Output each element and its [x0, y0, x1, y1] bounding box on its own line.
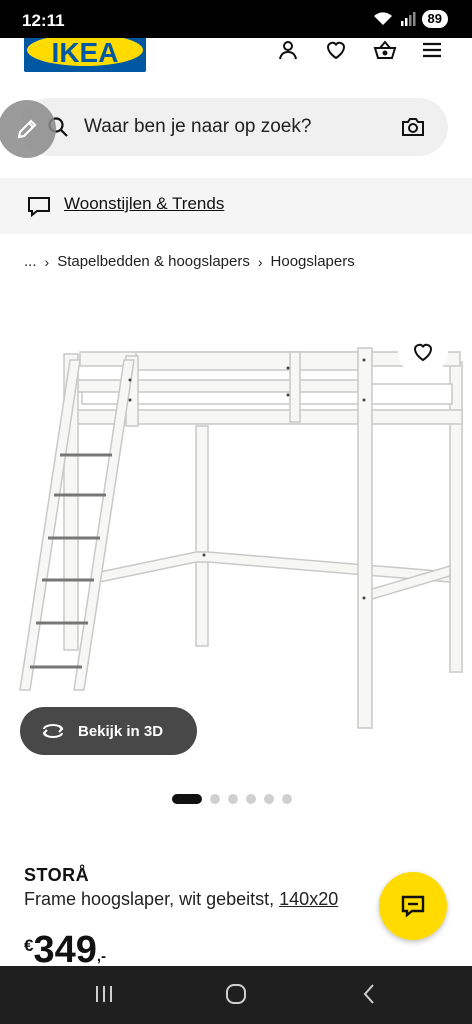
carousel-indicator — [172, 794, 292, 804]
view-3d-label: Bekijk in 3D — [78, 722, 164, 740]
price-decimal: ,- — [96, 948, 107, 965]
trends-link[interactable]: Woonstijlen & Trends — [64, 194, 224, 214]
chat-icon — [401, 895, 425, 918]
heart-icon[interactable] — [324, 38, 348, 62]
breadcrumb-item[interactable]: Stapelbedden & hoogslapers — [57, 253, 250, 270]
camera-icon[interactable] — [400, 115, 426, 139]
rotate-icon — [42, 724, 64, 738]
site-header: IKEA — [0, 38, 472, 86]
product-name: STORÅ — [24, 865, 90, 885]
logo-text: IKEA — [52, 38, 119, 68]
search-input[interactable]: Waar ben je naar op zoek? — [84, 116, 311, 138]
breadcrumb-item-current[interactable]: Hoogslapers — [271, 253, 355, 270]
trends-banner[interactable]: Woonstijlen & Trends — [0, 178, 472, 234]
back-icon[interactable] — [358, 982, 382, 1006]
search-area: Waar ben je naar op zoek? — [0, 98, 472, 158]
chat-button[interactable] — [379, 872, 447, 940]
carousel-dot[interactable] — [246, 794, 256, 804]
wifi-icon — [373, 12, 392, 25]
user-icon[interactable] — [276, 38, 300, 62]
product-size-link[interactable]: 140x20 — [279, 889, 338, 909]
product-description-text: Frame hoogslaper, wit gebeitst, — [24, 889, 275, 909]
price-whole: 349 — [33, 929, 97, 971]
carousel-dot[interactable] — [264, 794, 274, 804]
status-icons: 89 — [372, 10, 448, 28]
add-to-favorites-button[interactable] — [398, 330, 448, 374]
menu-icon[interactable] — [420, 38, 444, 62]
status-bar: 12:11 89 — [0, 0, 472, 38]
chevron-right-icon: › — [257, 253, 263, 270]
ikea-logo[interactable]: IKEA — [24, 38, 146, 72]
breadcrumb-ellipsis[interactable]: ... — [24, 253, 37, 270]
breadcrumb: ... › Stapelbedden & hoogslapers › Hoogs… — [24, 253, 355, 270]
signal-icon — [400, 12, 416, 26]
chevron-right-icon: › — [44, 253, 50, 270]
view-3d-button[interactable]: Bekijk in 3D — [20, 707, 197, 755]
price-currency: € — [24, 936, 34, 955]
pencil-icon — [17, 119, 37, 139]
carousel-dot[interactable] — [228, 794, 238, 804]
search-bar[interactable]: Waar ben je naar op zoek? — [20, 98, 448, 156]
home-icon[interactable] — [224, 982, 248, 1006]
battery-indicator: 89 — [421, 10, 448, 28]
speech-bubble-icon — [28, 197, 50, 218]
basket-icon[interactable] — [372, 38, 397, 62]
recent-apps-icon[interactable] — [92, 982, 116, 1006]
product-price: € 349 ,- — [24, 930, 106, 970]
carousel-dot-active[interactable] — [172, 794, 202, 804]
system-nav-bar — [0, 966, 472, 1024]
carousel-dot[interactable] — [282, 794, 292, 804]
carousel-dot[interactable] — [210, 794, 220, 804]
status-time: 12:11 — [22, 11, 65, 30]
edit-floating-button[interactable] — [0, 100, 56, 158]
product-description: Frame hoogslaper, wit gebeitst, 140x20 — [24, 889, 338, 910]
heart-icon — [413, 343, 433, 362]
